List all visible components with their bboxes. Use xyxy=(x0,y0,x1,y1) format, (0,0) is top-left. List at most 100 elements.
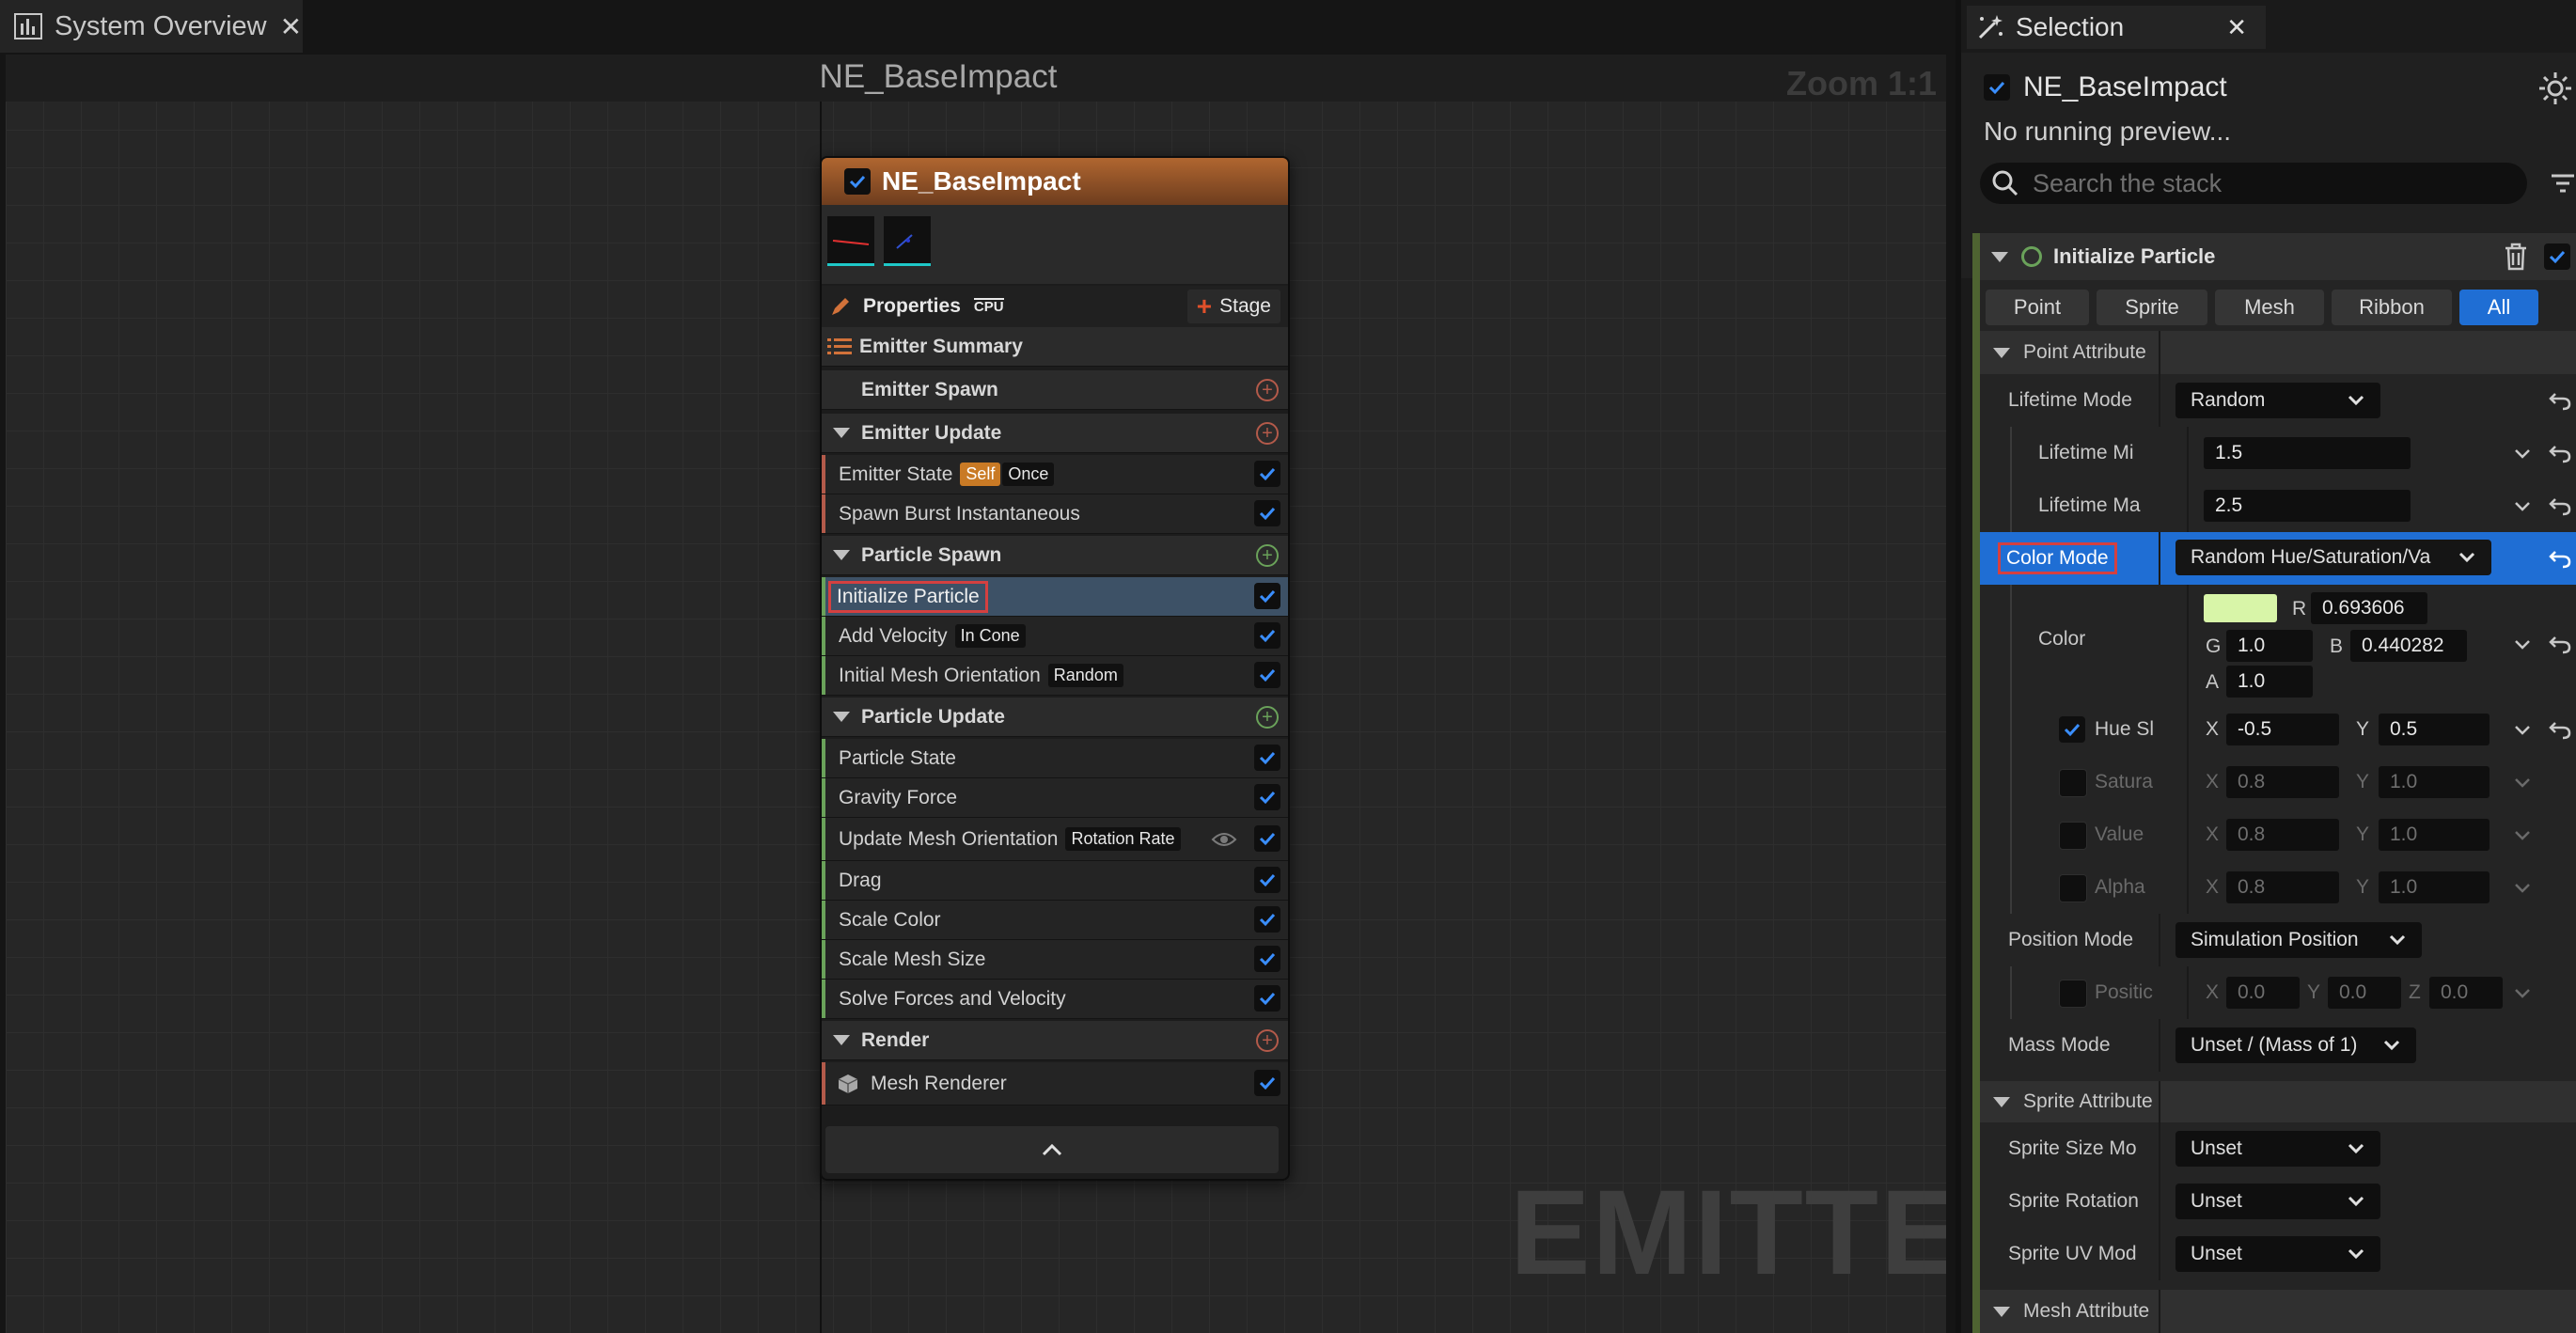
alpha-checkbox[interactable] xyxy=(2059,874,2087,902)
tab-selection[interactable]: Selection ✕ xyxy=(1967,6,2266,49)
module-enable-checkbox[interactable] xyxy=(1254,662,1280,688)
point-attributes-header[interactable]: Point Attribute xyxy=(1980,331,2576,374)
module-row-emitter-state[interactable]: Emitter State Self Once xyxy=(822,455,1288,494)
hue-shift-checkbox[interactable] xyxy=(2059,716,2085,743)
chevron-down-icon[interactable] xyxy=(2512,982,2533,1003)
position-y-input[interactable]: 0.0 xyxy=(2328,977,2401,1009)
module-enable-checkbox[interactable] xyxy=(1254,745,1280,771)
stack-search-input[interactable] xyxy=(2031,167,2486,199)
particle-update-row[interactable]: Particle Update + xyxy=(822,698,1288,737)
tab-close-icon[interactable]: ✕ xyxy=(280,11,302,42)
module-enable-checkbox[interactable] xyxy=(1254,500,1280,526)
collapse-arrow-icon[interactable] xyxy=(833,428,850,438)
emitter-summary-row[interactable]: Emitter Summary xyxy=(822,327,1288,367)
saturation-checkbox[interactable] xyxy=(2059,769,2087,797)
mesh-attributes-header[interactable]: Mesh Attribute xyxy=(1980,1290,2576,1333)
alpha-y-input[interactable]: 1.0 xyxy=(2379,871,2490,903)
sprite-rotation-dropdown[interactable]: Unset xyxy=(2175,1184,2380,1219)
position-x-input[interactable]: 0.0 xyxy=(2226,977,2300,1009)
module-row-solve-forces[interactable]: Solve Forces and Velocity xyxy=(822,980,1288,1019)
saturation-x-input[interactable]: 0.8 xyxy=(2226,766,2339,798)
color-b-input[interactable]: 0.440282 xyxy=(2350,630,2467,662)
hue-x-input[interactable]: -0.5 xyxy=(2226,714,2339,745)
color-mode-row[interactable]: Color Mode Random Hue/Saturation/Va xyxy=(1980,532,2576,585)
reset-arrow-icon[interactable] xyxy=(2548,632,2572,656)
module-row-drag[interactable]: Drag xyxy=(822,861,1288,901)
reset-arrow-icon[interactable] xyxy=(2548,441,2572,465)
emitter-node-header[interactable]: NE_BaseImpact xyxy=(822,158,1288,205)
properties-row[interactable]: Properties CPU + Stage xyxy=(822,286,1288,327)
thumbnail-2[interactable] xyxy=(884,216,931,266)
gear-icon[interactable] xyxy=(2537,70,2574,107)
reset-arrow-icon[interactable] xyxy=(2548,717,2572,742)
thumbnail-1[interactable] xyxy=(827,216,874,266)
render-row[interactable]: Render + xyxy=(822,1021,1288,1060)
value-y-input[interactable]: 1.0 xyxy=(2379,819,2490,851)
collapse-arrow-icon[interactable] xyxy=(833,1035,850,1045)
module-enable-checkbox[interactable] xyxy=(1254,985,1280,1012)
chevron-down-icon[interactable] xyxy=(2512,824,2533,845)
tab-close-icon[interactable]: ✕ xyxy=(2226,13,2247,42)
particle-spawn-row[interactable]: Particle Spawn + xyxy=(822,536,1288,575)
module-row-particle-state[interactable]: Particle State xyxy=(822,739,1288,778)
filter-ribbon-button[interactable]: Ribbon xyxy=(2332,290,2452,325)
value-checkbox[interactable] xyxy=(2059,822,2087,850)
color-a-input[interactable]: 1.0 xyxy=(2226,666,2313,698)
module-row-gravity-force[interactable]: Gravity Force xyxy=(822,778,1288,818)
module-enable-checkbox[interactable] xyxy=(1254,946,1280,972)
initialize-particle-header[interactable]: Initialize Particle xyxy=(1980,233,2576,280)
module-row-initial-mesh-orientation[interactable]: Initial Mesh Orientation Random xyxy=(822,656,1288,696)
collapse-arrow-icon[interactable] xyxy=(1993,347,2010,358)
chevron-down-icon[interactable] xyxy=(2512,719,2533,740)
eye-icon[interactable] xyxy=(1211,831,1237,848)
module-enable-checkbox[interactable] xyxy=(1254,906,1280,933)
add-module-icon[interactable]: + xyxy=(1256,421,1279,445)
collapse-arrow-icon[interactable] xyxy=(1993,1096,2010,1107)
reset-arrow-icon[interactable] xyxy=(2548,546,2572,571)
module-row-scale-color[interactable]: Scale Color xyxy=(822,901,1288,940)
trash-icon[interactable] xyxy=(2503,243,2529,271)
reset-arrow-icon[interactable] xyxy=(2548,388,2572,413)
chevron-down-icon[interactable] xyxy=(2512,634,2533,654)
module-row-spawn-burst[interactable]: Spawn Burst Instantaneous xyxy=(822,494,1288,534)
lifetime-max-input[interactable]: 2.5 xyxy=(2204,490,2411,522)
module-enable-checkbox[interactable] xyxy=(1254,583,1280,609)
hue-y-input[interactable]: 0.5 xyxy=(2379,714,2490,745)
module-row-initialize-particle[interactable]: Initialize Particle xyxy=(822,577,1288,617)
color-r-input[interactable]: 0.693606 xyxy=(2311,592,2427,624)
add-module-icon[interactable]: + xyxy=(1256,1028,1279,1052)
module-enable-checkbox[interactable] xyxy=(1254,784,1280,810)
color-mode-dropdown[interactable]: Random Hue/Saturation/Va xyxy=(2175,540,2491,575)
reset-arrow-icon[interactable] xyxy=(2548,494,2572,518)
module-enable-checkbox[interactable] xyxy=(1254,622,1280,649)
saturation-y-input[interactable]: 1.0 xyxy=(2379,766,2490,798)
emitter-update-row[interactable]: Emitter Update + xyxy=(822,414,1288,453)
filter-all-button[interactable]: All xyxy=(2459,290,2538,325)
add-module-icon[interactable]: + xyxy=(1256,543,1279,567)
emitter-spawn-row[interactable]: Emitter Spawn + xyxy=(822,370,1288,410)
add-module-icon[interactable]: + xyxy=(1256,705,1279,729)
module-enable-checkbox[interactable] xyxy=(1254,825,1280,852)
chevron-down-icon[interactable] xyxy=(2512,443,2533,463)
emitter-node[interactable]: NE_BaseImpact Properties CPU + Stage Emi… xyxy=(820,156,1290,1181)
add-module-icon[interactable]: + xyxy=(1256,378,1279,401)
sprite-size-dropdown[interactable]: Unset xyxy=(2175,1131,2380,1167)
chevron-down-icon[interactable] xyxy=(2512,495,2533,516)
collapse-arrow-icon[interactable] xyxy=(833,550,850,560)
sprite-attributes-header[interactable]: Sprite Attribute xyxy=(1980,1081,2576,1122)
collapse-arrow-icon[interactable] xyxy=(833,712,850,722)
emitter-enable-checkbox[interactable] xyxy=(844,168,871,195)
module-row-mesh-renderer[interactable]: Mesh Renderer xyxy=(822,1062,1288,1106)
collapse-arrow-icon[interactable] xyxy=(1991,251,2008,262)
module-enable-checkbox[interactable] xyxy=(1254,867,1280,893)
add-stage-button[interactable]: + Stage xyxy=(1186,290,1280,323)
position-checkbox[interactable] xyxy=(2059,980,2087,1008)
module-row-update-mesh-orientation[interactable]: Update Mesh Orientation Rotation Rate xyxy=(822,818,1288,861)
sprite-uv-dropdown[interactable]: Unset xyxy=(2175,1236,2380,1272)
lifetime-min-input[interactable]: 1.5 xyxy=(2204,437,2411,469)
color-swatch[interactable] xyxy=(2204,594,2277,622)
lifetime-mode-dropdown[interactable]: Random xyxy=(2175,383,2380,418)
stack-search[interactable] xyxy=(1980,163,2527,204)
alpha-x-input[interactable]: 0.8 xyxy=(2226,871,2339,903)
module-row-scale-mesh-size[interactable]: Scale Mesh Size xyxy=(822,940,1288,980)
